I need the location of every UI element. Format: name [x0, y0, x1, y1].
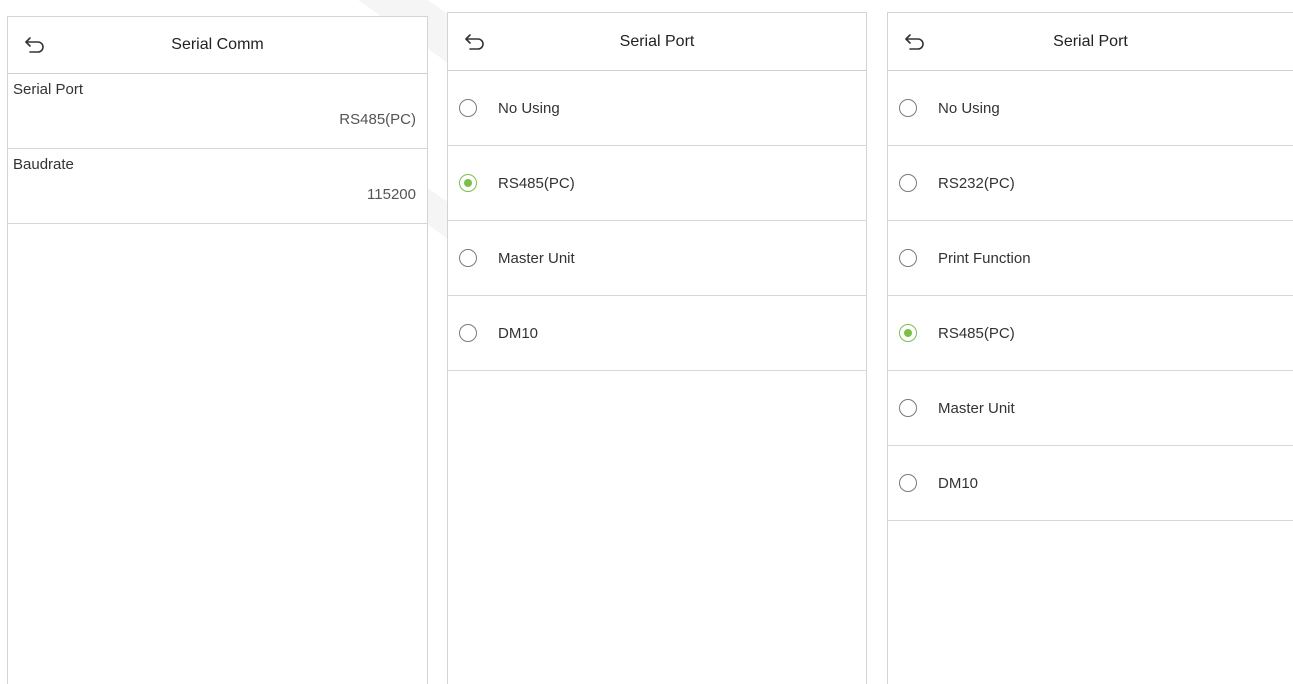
radio-unchecked-icon[interactable] — [459, 324, 477, 342]
radio-unchecked-icon[interactable] — [899, 474, 917, 492]
radio-option[interactable]: RS232(PC) — [888, 146, 1293, 221]
radio-option[interactable]: No Using — [448, 71, 866, 146]
option-list: No Using RS232(PC) Print Function RS485(PC)… — [888, 71, 1293, 521]
radio-unchecked-icon[interactable] — [459, 249, 477, 267]
setting-serial-port[interactable]: Serial Port RS485(PC) — [8, 74, 427, 149]
radio-unchecked-icon[interactable] — [459, 99, 477, 117]
radio-option[interactable]: Print Function — [888, 221, 1293, 296]
serial-comm-panel: Serial Comm Serial Port RS485(PC) Baudra… — [7, 16, 428, 684]
undo-arrow-icon[interactable] — [24, 36, 46, 54]
screenshot-stage: Serial Comm Serial Port RS485(PC) Baudra… — [0, 0, 1293, 684]
title-bar: Serial Port — [448, 13, 866, 71]
undo-arrow-icon[interactable] — [904, 33, 926, 51]
option-label: Master Unit — [938, 399, 1015, 417]
option-label: DM10 — [938, 474, 979, 492]
option-label: RS485(PC) — [498, 174, 575, 192]
serial-port-panel-extended: Serial Port No Using RS232(PC) Print Funct… — [887, 12, 1293, 684]
setting-baudrate[interactable]: Baudrate 115200 — [8, 149, 427, 224]
radio-option[interactable]: DM10 — [448, 296, 866, 371]
setting-label: Serial Port — [13, 81, 84, 98]
serial-port-panel: Serial Port No Using RS485(PC) Master Unit… — [447, 12, 867, 684]
radio-checked-icon[interactable] — [459, 174, 477, 192]
setting-value: 115200 — [367, 186, 416, 203]
title-bar: Serial Port — [888, 13, 1293, 71]
radio-option[interactable]: RS485(PC) — [448, 146, 866, 221]
setting-value: RS485(PC) — [339, 111, 416, 128]
option-label: RS485(PC) — [938, 324, 1015, 342]
option-label: Master Unit — [498, 249, 575, 267]
radio-unchecked-icon[interactable] — [899, 249, 917, 267]
radio-unchecked-icon[interactable] — [899, 174, 917, 192]
setting-label: Baudrate — [13, 156, 74, 173]
radio-unchecked-icon[interactable] — [899, 399, 917, 417]
radio-option[interactable]: Master Unit — [448, 221, 866, 296]
radio-option[interactable]: RS485(PC) — [888, 296, 1293, 371]
page-title: Serial Comm — [171, 36, 264, 53]
radio-option[interactable]: No Using — [888, 71, 1293, 146]
option-label: DM10 — [498, 324, 539, 342]
radio-checked-icon[interactable] — [899, 324, 917, 342]
radio-option[interactable]: Master Unit — [888, 371, 1293, 446]
option-label: Print Function — [938, 249, 1031, 267]
option-label: RS232(PC) — [938, 174, 1015, 192]
option-label: No Using — [938, 99, 1000, 117]
title-bar: Serial Comm — [8, 17, 427, 74]
page-title: Serial Port — [619, 32, 695, 50]
option-label: No Using — [498, 99, 560, 117]
radio-option[interactable]: DM10 — [888, 446, 1293, 521]
option-list: No Using RS485(PC) Master Unit DM10 — [448, 71, 866, 371]
page-title: Serial Port — [1053, 32, 1128, 50]
radio-unchecked-icon[interactable] — [899, 99, 917, 117]
undo-arrow-icon[interactable] — [464, 33, 486, 51]
